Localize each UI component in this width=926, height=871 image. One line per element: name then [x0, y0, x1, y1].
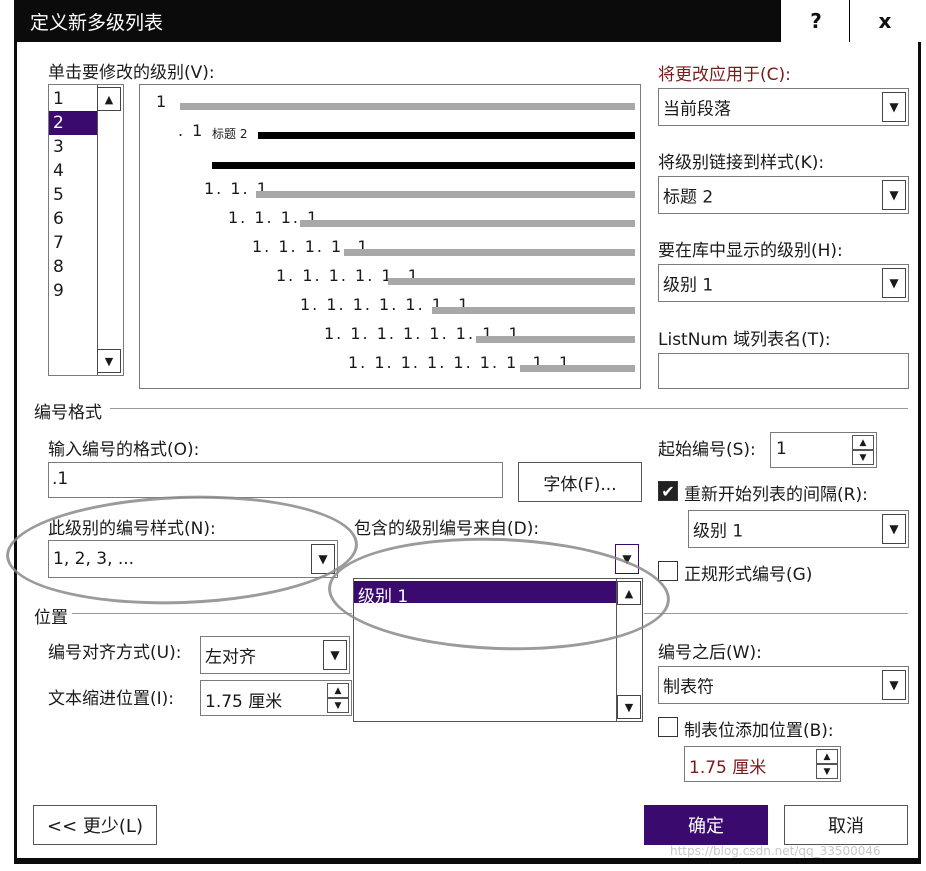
gallery-level-select[interactable]: 级别 1 ▼ [658, 264, 909, 302]
preview-line-5 [344, 249, 635, 256]
chevron-down-icon[interactable]: ▼ [882, 180, 906, 210]
preview-line-2 [258, 132, 635, 139]
window-frame-right [918, 42, 921, 862]
level-scroll-up-icon[interactable]: ▲ [97, 87, 121, 111]
preview-heading-label: 标题 2 [212, 127, 248, 141]
format-value: .1 [52, 469, 69, 489]
tab-stop-input[interactable]: 1.75 厘米 ▲ ▼ [684, 746, 841, 782]
window-frame-bottom [14, 858, 921, 864]
preview-line-8 [476, 336, 635, 343]
format-label: 输入编号的格式(O): [48, 440, 200, 460]
level-list-scrollbar-divider [97, 85, 98, 375]
start-at-input[interactable]: 1 ▲ ▼ [770, 432, 877, 468]
add-tab-label: 制表位添加位置(B): [684, 721, 834, 741]
preview-line-6 [388, 278, 635, 285]
annotation-scribble-left [4, 489, 360, 611]
level-list[interactable]: 123456789 ▲ ▼ [48, 84, 124, 376]
restart-level-value: 级别 1 [693, 521, 744, 542]
link-style-label: 将级别链接到样式(K): [658, 153, 825, 173]
level-list-item[interactable]: 8 [49, 255, 97, 279]
start-at-value: 1 [776, 439, 787, 459]
spin-up-icon[interactable]: ▲ [816, 749, 838, 764]
spin-down-icon[interactable]: ▼ [327, 698, 349, 713]
spin-down-icon[interactable]: ▼ [816, 764, 838, 779]
window-title: 定义新多级列表 [30, 12, 164, 34]
level-list-item[interactable]: 3 [49, 135, 97, 159]
apply-to-select[interactable]: 当前段落 ▼ [658, 88, 909, 126]
level-list-item[interactable]: 1 [49, 87, 97, 111]
spin-up-icon[interactable]: ▲ [852, 435, 874, 450]
follow-number-select[interactable]: 制表符 ▼ [658, 666, 909, 704]
window-frame-left [14, 42, 17, 862]
follow-number-label: 编号之后(W): [658, 643, 762, 663]
level-list-item[interactable]: 6 [49, 207, 97, 231]
indent-input[interactable]: 1.75 厘米 ▲ ▼ [200, 680, 352, 716]
position-section-title: 位置 [34, 608, 68, 628]
listnum-label: ListNum 域列表名(T): [658, 330, 831, 350]
chevron-down-icon[interactable]: ▼ [882, 514, 906, 544]
preview-line-7 [432, 307, 635, 314]
cancel-button[interactable]: 取消 [784, 805, 908, 845]
restart-checkbox[interactable]: ✔ [658, 481, 678, 501]
listnum-input[interactable] [658, 353, 909, 389]
legal-label: 正规形式编号(G) [684, 565, 813, 585]
level-list-item[interactable]: 9 [49, 279, 97, 303]
level-scroll-down-icon[interactable]: ▼ [97, 349, 121, 373]
gallery-level-label: 要在库中显示的级别(H): [658, 241, 843, 261]
position-separator-left [72, 613, 352, 614]
preview-line-4 [300, 220, 635, 227]
spin-up-icon[interactable]: ▲ [327, 683, 349, 698]
preview-line-1 [180, 103, 635, 110]
format-input[interactable]: .1 [48, 462, 503, 498]
number-format-section-title: 编号格式 [34, 403, 102, 423]
legal-checkbox[interactable] [658, 561, 678, 581]
chevron-down-icon[interactable]: ▼ [882, 670, 906, 700]
chevron-down-icon[interactable]: ▼ [882, 268, 906, 298]
level-list-item[interactable]: 7 [49, 231, 97, 255]
chevron-down-icon[interactable]: ▼ [323, 640, 347, 670]
level-list-item[interactable]: 2 [49, 111, 97, 135]
indent-value: 1.75 厘米 [205, 692, 283, 712]
close-button[interactable]: x [849, 0, 920, 42]
level-preview: 1 . 1 标题 2 1. 1. 1 1. 1. 1. 1 1. 1. 1. 1… [139, 84, 641, 389]
font-button[interactable]: 字体(F)... [518, 462, 642, 502]
chevron-down-icon[interactable]: ▼ [882, 92, 906, 122]
level-list-label: 单击要修改的级别(V): [48, 63, 215, 83]
position-separator-right [644, 613, 908, 614]
align-label: 编号对齐方式(U): [48, 643, 182, 663]
align-value: 左对齐 [205, 647, 256, 668]
number-format-separator [110, 408, 908, 409]
apply-to-label: 将更改应用于(C): [658, 65, 791, 85]
restart-label: 重新开始列表的间隔(R): [684, 485, 868, 505]
preview-line-3 [256, 191, 635, 198]
spin-down-icon[interactable]: ▼ [852, 450, 874, 465]
indent-label: 文本缩进位置(I): [48, 689, 175, 709]
help-button[interactable]: ? [780, 0, 851, 42]
restart-level-select[interactable]: 级别 1 ▼ [688, 510, 909, 548]
watermark: https://blog.csdn.net/qq_33500046 [670, 844, 881, 858]
level-list-item[interactable]: 4 [49, 159, 97, 183]
link-style-select[interactable]: 标题 2 ▼ [658, 176, 909, 214]
preview-row-2: . 1 [178, 121, 205, 140]
preview-line-9 [520, 365, 635, 372]
align-select[interactable]: 左对齐 ▼ [200, 636, 350, 674]
less-button[interactable]: << 更少(L) [33, 805, 157, 845]
include-level-label: 包含的级别编号来自(D): [354, 519, 540, 539]
start-at-label: 起始编号(S): [658, 440, 756, 460]
follow-number-value: 制表符 [663, 677, 714, 698]
preview-line-2b [212, 162, 635, 169]
apply-to-value: 当前段落 [663, 99, 731, 120]
tab-stop-value: 1.75 厘米 [689, 758, 767, 778]
dropdown-scroll-down-icon[interactable]: ▼ [617, 695, 641, 719]
link-style-value: 标题 2 [663, 187, 714, 208]
preview-row-1: 1 [156, 92, 169, 111]
gallery-level-value: 级别 1 [663, 275, 714, 296]
add-tab-checkbox[interactable] [658, 717, 678, 737]
ok-button[interactable]: 确定 [644, 805, 768, 845]
level-list-item[interactable]: 5 [49, 183, 97, 207]
